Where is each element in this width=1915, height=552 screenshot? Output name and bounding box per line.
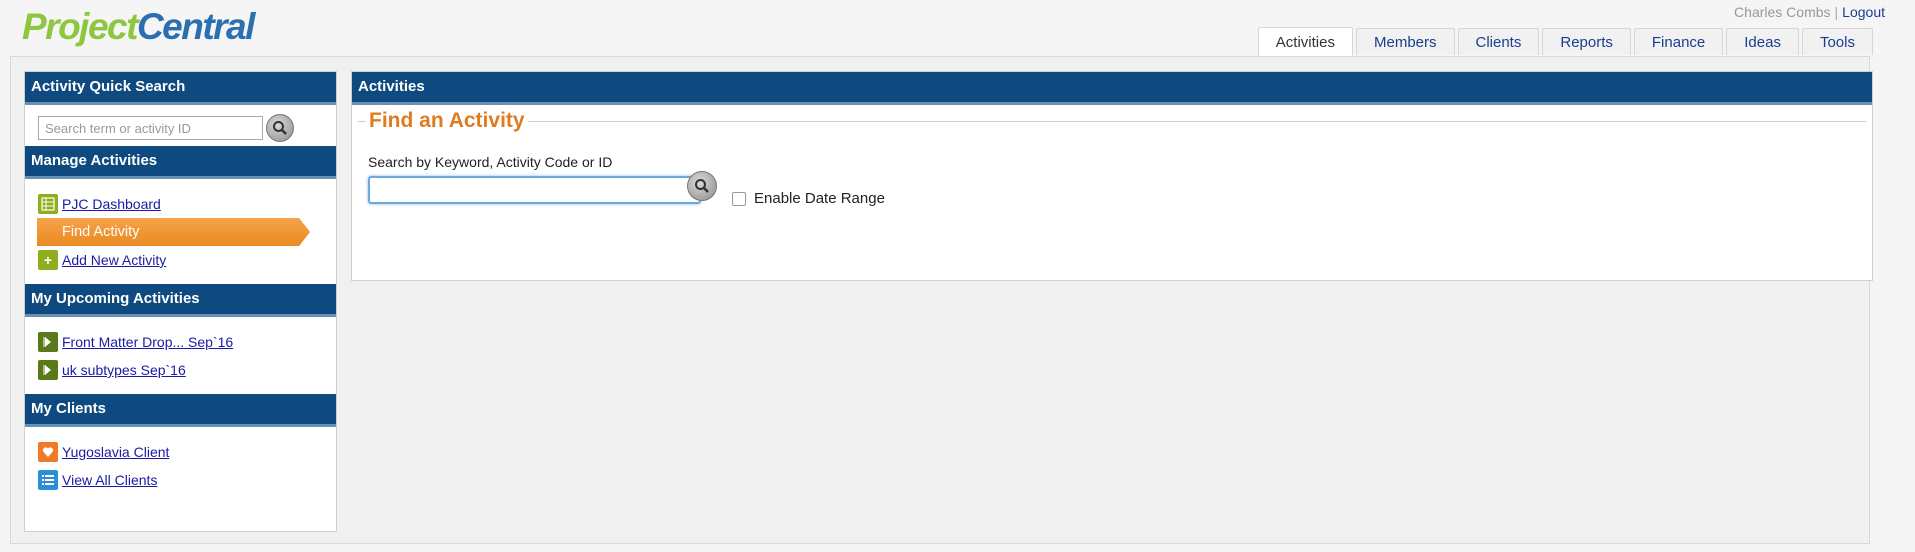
find-activity-title: Find an Activity <box>369 109 525 132</box>
date-range-label: Enable Date Range <box>754 190 885 207</box>
manage-activities-list: PJC Dashboard Find Activity + Add New Ac… <box>25 179 336 284</box>
tab-reports[interactable]: Reports <box>1542 28 1631 55</box>
activities-panel-heading: Activities <box>352 72 1872 105</box>
arrow-right-icon <box>38 360 58 380</box>
client-item[interactable]: Yugoslavia Client <box>25 438 336 466</box>
heart-icon <box>38 442 58 462</box>
keyword-search-input[interactable] <box>368 176 701 204</box>
list-grid-icon <box>38 194 58 214</box>
user-links: Charles Combs | Logout <box>1734 4 1885 20</box>
main-tabs: Activities Members Clients Reports Finan… <box>1257 27 1873 56</box>
project-central-logo: ProjectCentral <box>22 6 255 47</box>
keyword-search-button[interactable] <box>687 171 717 201</box>
enable-date-range[interactable]: Enable Date Range <box>732 190 885 207</box>
upcoming-item[interactable]: uk subtypes Sep`16 <box>25 356 336 384</box>
upcoming-activity-link[interactable]: uk subtypes Sep`16 <box>62 362 186 378</box>
keyword-search-label: Search by Keyword, Activity Code or ID <box>368 154 613 170</box>
plus-icon: + <box>38 250 58 270</box>
sidebar: Activity Quick Search Manage Activities … <box>24 71 337 532</box>
view-all-clients-link[interactable]: View All Clients <box>62 472 157 488</box>
tab-finance[interactable]: Finance <box>1633 28 1724 55</box>
tab-clients[interactable]: Clients <box>1457 28 1540 55</box>
manage-activities-heading: Manage Activities <box>25 146 336 179</box>
quick-search-heading: Activity Quick Search <box>25 72 336 105</box>
find-activity-fieldset: Find an Activity <box>358 109 1866 132</box>
pjc-dashboard-link[interactable]: PJC Dashboard <box>62 196 161 212</box>
sidebar-item-find-activity[interactable]: Find Activity <box>37 218 310 246</box>
upcoming-activities-list: Front Matter Drop... Sep`16 uk subtypes … <box>25 317 336 394</box>
search-icon <box>273 121 287 135</box>
user-name: Charles Combs <box>1734 4 1831 20</box>
date-range-checkbox[interactable] <box>732 191 746 206</box>
fieldset-line <box>358 120 366 122</box>
upcoming-activity-link[interactable]: Front Matter Drop... Sep`16 <box>62 334 233 350</box>
upcoming-item[interactable]: Front Matter Drop... Sep`16 <box>25 328 336 356</box>
my-clients-heading: My Clients <box>25 394 336 427</box>
find-activity-label: Find Activity <box>62 224 140 240</box>
tab-tools[interactable]: Tools <box>1801 28 1873 55</box>
sidebar-item-pjc-dashboard[interactable]: PJC Dashboard <box>25 190 336 218</box>
add-new-activity-link[interactable]: Add New Activity <box>62 252 166 268</box>
search-icon <box>695 179 709 193</box>
sidebar-item-add-new-activity[interactable]: + Add New Activity <box>25 246 336 274</box>
arrow-right-icon <box>38 332 58 352</box>
upcoming-activities-heading: My Upcoming Activities <box>25 284 336 317</box>
activities-panel: Activities Find an Activity Search by Ke… <box>351 71 1873 281</box>
my-clients-list: Yugoslavia Client View All Clients <box>25 427 336 504</box>
view-all-clients-item[interactable]: View All Clients <box>25 466 336 494</box>
tab-activities[interactable]: Activities <box>1257 27 1353 56</box>
logout-link[interactable]: Logout <box>1842 4 1885 20</box>
tab-members[interactable]: Members <box>1355 28 1455 55</box>
client-link[interactable]: Yugoslavia Client <box>62 444 169 460</box>
quick-search-row <box>25 105 336 146</box>
tab-ideas[interactable]: Ideas <box>1726 28 1799 55</box>
fieldset-line <box>527 120 1866 122</box>
list-icon <box>38 470 58 490</box>
user-separator: | <box>1834 4 1839 20</box>
quick-search-button[interactable] <box>266 114 294 142</box>
quick-search-input[interactable] <box>38 116 263 140</box>
